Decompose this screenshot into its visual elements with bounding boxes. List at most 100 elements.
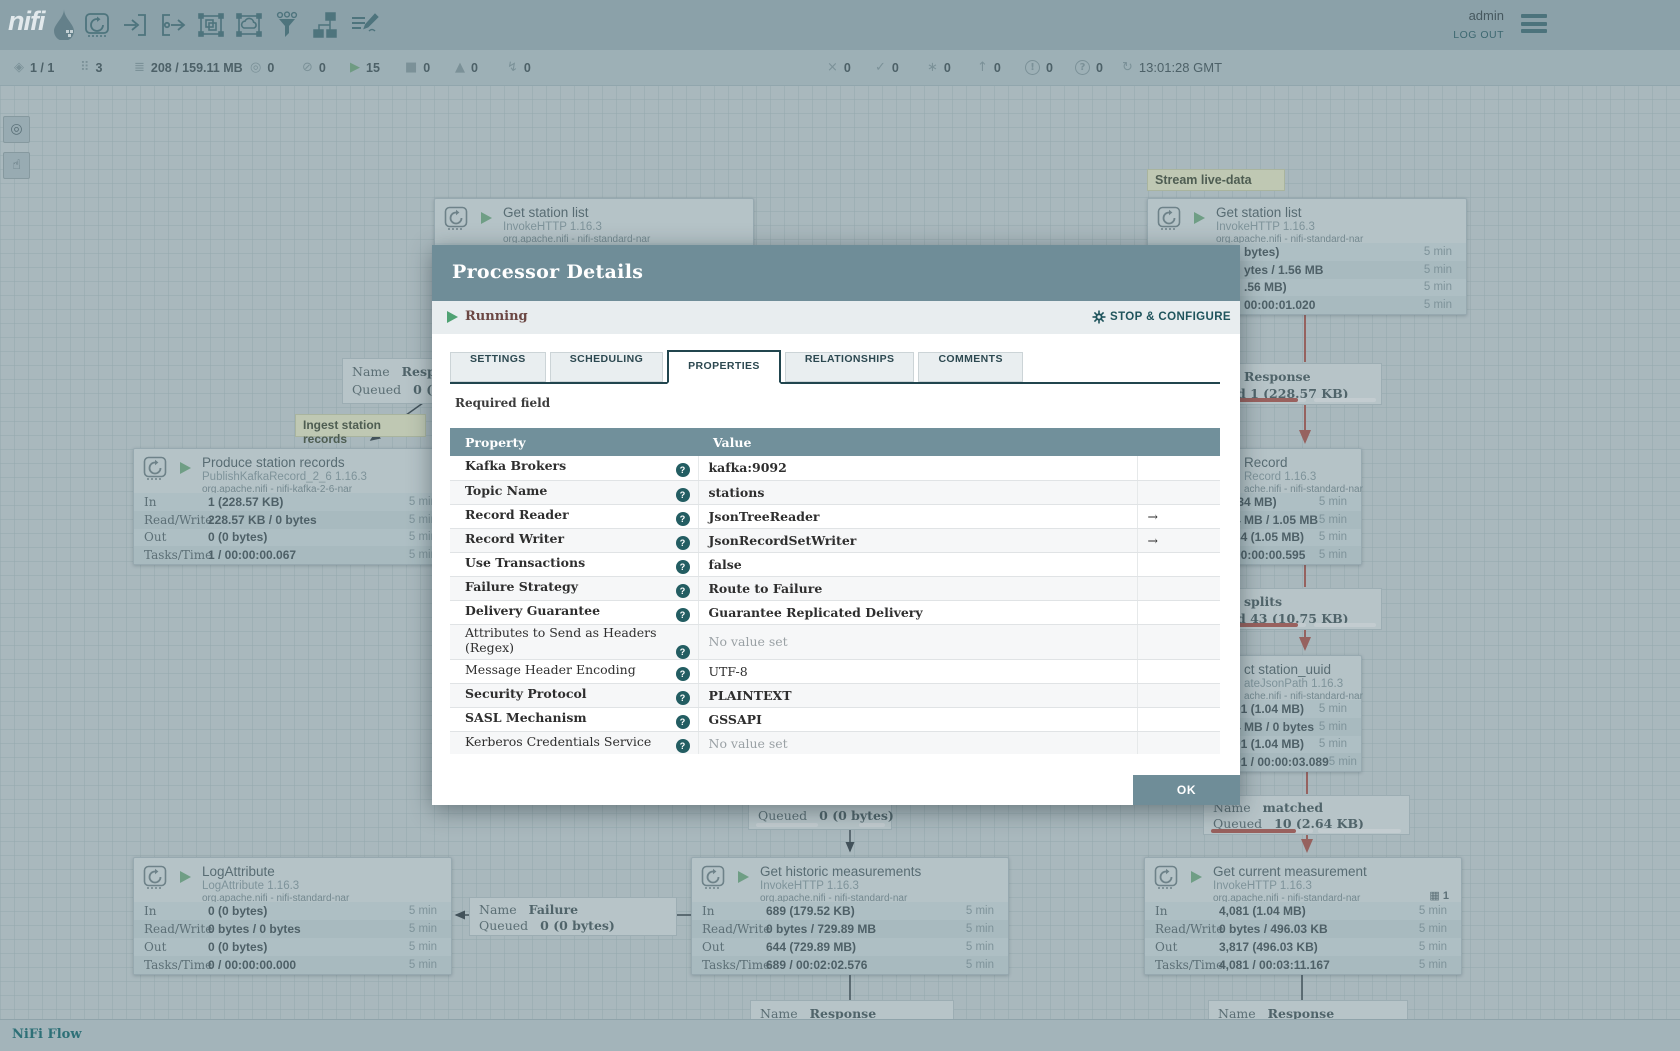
help-icon[interactable]: ? xyxy=(675,714,690,729)
status-active-threads: ⠿ 3 xyxy=(80,60,103,75)
run-state-label: Running xyxy=(465,309,528,324)
help-icon[interactable]: ? xyxy=(675,463,690,478)
property-value[interactable]: No value set xyxy=(709,634,788,649)
help-icon[interactable]: ? xyxy=(675,738,690,753)
help-icon[interactable]: ? xyxy=(675,487,690,502)
processor-icon xyxy=(143,456,169,482)
processor-type: InvokeHTTP 1.16.3 xyxy=(1213,880,1312,892)
nifi-drop-icon xyxy=(52,8,76,40)
canvas-label-ingest-station-records[interactable]: Ingest station records xyxy=(295,414,426,446)
processor-title: Get current measurement xyxy=(1213,864,1367,879)
property-row: Record Reader? JsonTreeReader → xyxy=(450,504,1220,529)
canvas-hand-button[interactable]: ☝ xyxy=(3,152,30,179)
processor-icon xyxy=(143,865,169,891)
queue-size-bar xyxy=(859,823,885,827)
column-value: Value xyxy=(698,428,1220,456)
property-value[interactable]: PLAINTEXT xyxy=(709,688,792,703)
status-not-transmitting: ⊘ 0 xyxy=(302,60,326,75)
property-value[interactable]: Route to Failure xyxy=(709,581,823,596)
help-icon[interactable]: ? xyxy=(675,511,690,526)
go-to-service-icon[interactable]: → xyxy=(1148,509,1158,524)
help-icon[interactable]: ? xyxy=(675,644,690,659)
processor-icon xyxy=(1157,206,1183,232)
processor-title: LogAttribute xyxy=(202,864,275,879)
property-value[interactable]: kafka:9092 xyxy=(709,460,787,475)
status-up-to-date: ✓ 0 xyxy=(875,60,899,75)
help-icon[interactable]: ? xyxy=(675,583,690,598)
running-icon xyxy=(447,311,458,323)
drag-funnel-icon[interactable] xyxy=(273,11,301,39)
property-value[interactable]: JsonRecordSetWriter xyxy=(709,533,857,548)
help-icon[interactable]: ? xyxy=(675,690,690,705)
status-stale: ↑ 0 xyxy=(977,60,1001,75)
processor-get-historic-measurements[interactable]: Get historic measurements InvokeHTTP 1.1… xyxy=(691,857,1009,975)
queue-count-bar xyxy=(1231,623,1306,627)
canvas-label-stream-live-data[interactable]: Stream live-data xyxy=(1147,169,1285,191)
processor-type: PublishKafkaRecord_2_6 1.16.3 xyxy=(202,471,367,483)
property-value[interactable]: false xyxy=(709,557,742,572)
property-value[interactable]: Guarantee Replicated Delivery xyxy=(709,605,923,620)
run-status-icon xyxy=(481,212,492,224)
drag-processor-icon[interactable] xyxy=(83,11,111,39)
processor-title: Get historic measurements xyxy=(760,864,922,879)
processor-type: Record 1.16.3 xyxy=(1244,471,1317,483)
property-value[interactable]: UTF-8 xyxy=(709,664,748,679)
go-to-service-icon[interactable]: → xyxy=(1148,533,1158,548)
drag-input-port-icon[interactable] xyxy=(121,11,149,39)
queue-size-bar xyxy=(1318,829,1401,833)
property-value[interactable]: GSSAPI xyxy=(709,712,762,727)
property-row: SASL Mechanism? GSSAPI xyxy=(450,707,1220,732)
property-value[interactable]: stations xyxy=(709,485,765,500)
grid-icon: ▦ xyxy=(1429,890,1440,902)
tab-relationships[interactable]: RELATIONSHIPS xyxy=(784,352,915,382)
dialog-title: Processor Details xyxy=(452,261,644,283)
drag-template-icon[interactable] xyxy=(311,11,339,39)
stop-and-configure-button[interactable]: STOP & CONFIGURE xyxy=(1092,310,1231,324)
processor-title: Produce station records xyxy=(202,455,345,470)
processor-type: LogAttribute 1.16.3 xyxy=(202,880,300,892)
property-row: Topic Name? stations xyxy=(450,480,1220,505)
drag-output-port-icon[interactable] xyxy=(159,11,187,39)
dialog-status-row: Running STOP & CONFIGURE xyxy=(432,301,1240,334)
tab-settings[interactable]: SETTINGS xyxy=(450,352,546,382)
status-help: ? 0 xyxy=(1075,50,1103,85)
processor-title: Get station list xyxy=(1216,205,1302,220)
processor-logattribute[interactable]: LogAttribute LogAttribute 1.16.3 org.apa… xyxy=(133,857,452,975)
drag-process-group-icon[interactable] xyxy=(197,11,225,39)
run-status-icon xyxy=(738,871,749,883)
user-name: admin xyxy=(1468,8,1504,23)
help-icon[interactable]: ? xyxy=(675,666,690,681)
properties-table: Property Value Kafka Brokers? kafka:9092… xyxy=(450,428,1220,754)
drag-remote-process-group-icon[interactable] xyxy=(235,11,263,39)
tab-comments[interactable]: COMMENTS xyxy=(918,352,1023,382)
logout-link[interactable]: LOG OUT xyxy=(1420,29,1504,41)
help-icon[interactable]: ? xyxy=(675,607,690,622)
property-row: Attributes to Send as Headers (Regex)? N… xyxy=(450,624,1220,660)
canvas-target-button[interactable]: ◎ xyxy=(3,116,30,143)
run-status-icon xyxy=(1191,871,1202,883)
processor-get-current-measurement[interactable]: Get current measurement InvokeHTTP 1.16.… xyxy=(1144,857,1462,975)
property-row: Security Protocol? PLAINTEXT xyxy=(450,683,1220,708)
help-icon[interactable]: ? xyxy=(675,535,690,550)
help-icon[interactable]: ? xyxy=(675,559,690,574)
stat-value: 00:00:01.020 xyxy=(1244,298,1316,313)
menu-icon[interactable] xyxy=(1521,14,1547,37)
processor-icon xyxy=(444,206,470,232)
property-value[interactable]: No value set xyxy=(709,736,788,751)
stat-value: ytes / 1.56 MB xyxy=(1244,262,1324,277)
processor-produce-station-records[interactable]: Produce station records PublishKafkaReco… xyxy=(133,448,452,565)
ok-button[interactable]: OK xyxy=(1133,775,1240,805)
processor-type: InvokeHTTP 1.16.3 xyxy=(1216,221,1315,233)
property-row: Record Writer? JsonRecordSetWriter → xyxy=(450,528,1220,553)
flow-status-bar: ◈ 1 / 1 ⠿ 3 ≣ 208 / 159.11 MB ◎ 0 ⊘ 0 ▶ 15 ■ 0 … xyxy=(0,50,1680,86)
connection-label-failure[interactable]: Name Failure Queued 0 (0 bytes) xyxy=(469,897,677,936)
property-value[interactable]: JsonTreeReader xyxy=(709,509,820,524)
tab-scheduling[interactable]: SCHEDULING xyxy=(549,352,664,382)
status-refresh[interactable]: ↻ 13:01:28 GMT xyxy=(1122,50,1222,85)
required-field-note: Required field xyxy=(455,396,551,410)
property-row: Kafka Brokers? kafka:9092 xyxy=(450,456,1220,481)
drag-label-icon[interactable] xyxy=(349,11,379,39)
tab-properties[interactable]: PROPERTIES xyxy=(667,350,781,384)
status-running: ▶ 15 xyxy=(350,60,380,75)
breadcrumb[interactable]: NiFi Flow xyxy=(12,1027,82,1042)
